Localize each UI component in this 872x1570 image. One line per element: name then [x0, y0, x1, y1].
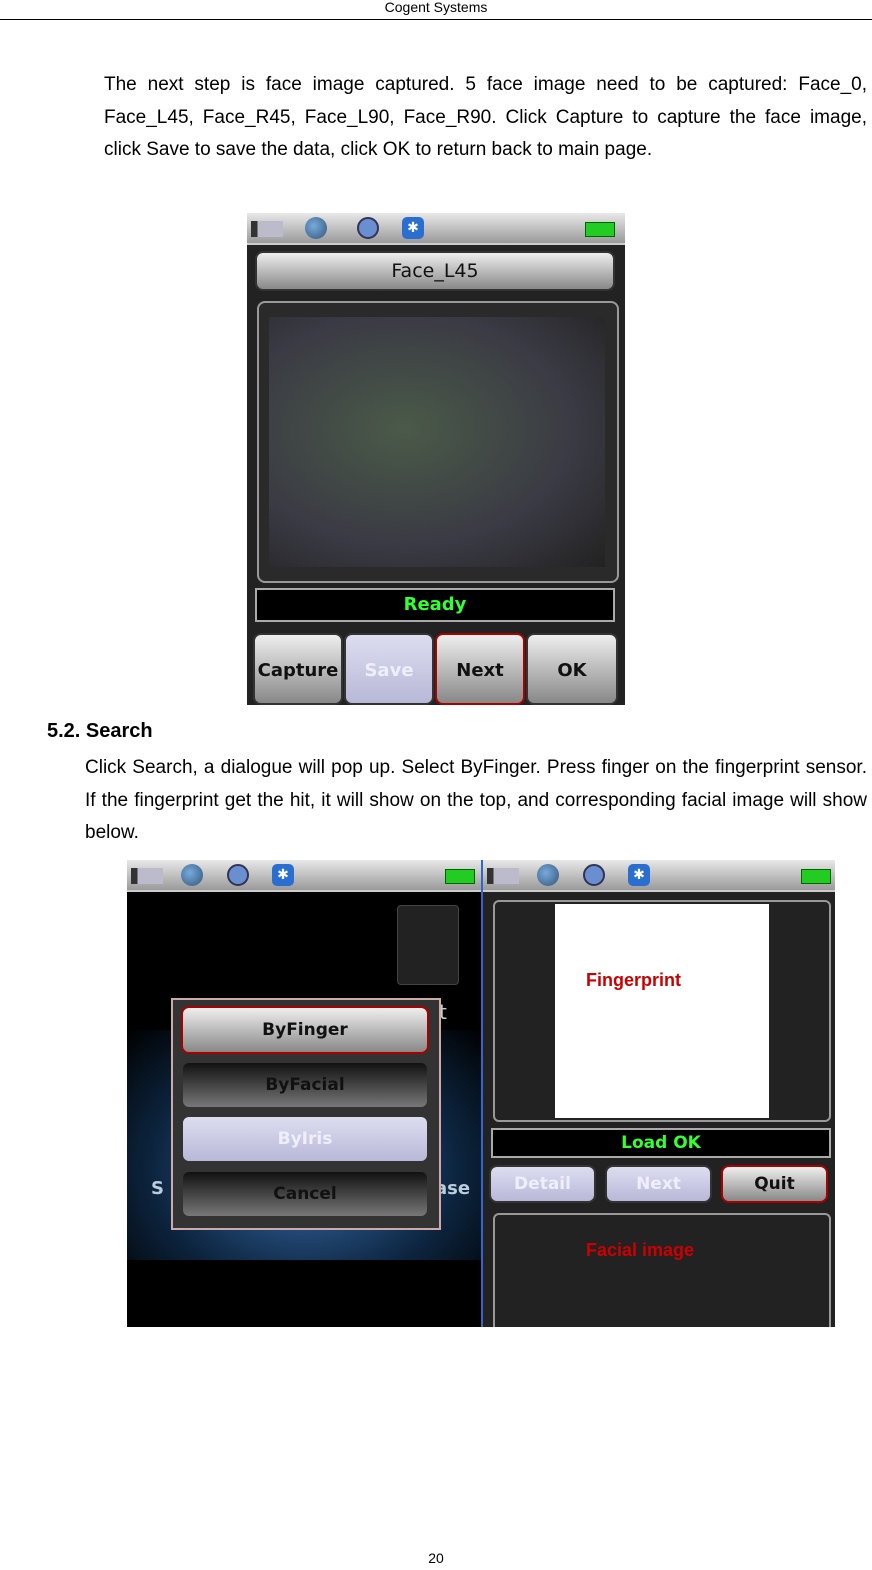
next-button[interactable]: Next — [435, 633, 525, 705]
exit-door-icon — [397, 905, 459, 985]
facial-image-frame — [493, 1213, 831, 1327]
bluetooth-icon: ✱ — [628, 864, 650, 886]
byfinger-button[interactable]: ByFinger — [181, 1006, 429, 1054]
paragraph-face-capture: The next step is face image captured. 5 … — [104, 74, 867, 160]
globe-icon — [181, 864, 203, 886]
title-bar: Face_L45 — [255, 251, 615, 291]
document-page: Cogent Systems The next step is face ima… — [0, 0, 872, 1570]
signal-icon — [251, 221, 283, 237]
face-capture-screenshot: ✱ Face_L45 Ready Capture Save Next OK — [247, 213, 625, 705]
search-dialog-screenshot: ✱ t S ase ByFinger ByFacial ByIris Cance… — [127, 860, 482, 1327]
antenna-icon — [583, 864, 605, 886]
search-dialog: ByFinger ByFacial ByIris Cancel — [171, 998, 441, 1230]
fingerprint-frame — [493, 900, 831, 1122]
byiris-button[interactable]: ByIris — [181, 1115, 429, 1163]
page-header: Cogent Systems — [384, 0, 488, 15]
globe-icon — [305, 217, 327, 239]
antenna-icon — [227, 864, 249, 886]
byfacial-button[interactable]: ByFacial — [181, 1061, 429, 1109]
status-bar: ✱ — [483, 860, 835, 892]
cancel-button[interactable]: Cancel — [181, 1170, 429, 1218]
camera-preview — [269, 317, 605, 567]
antenna-icon — [357, 217, 379, 239]
header-rule — [0, 19, 872, 20]
camera-frame — [257, 301, 619, 583]
facial-image-annotation: Facial image — [586, 1240, 695, 1260]
status-bar: ✱ — [127, 860, 482, 892]
globe-icon — [537, 864, 559, 886]
paragraph-search: Click Search, a dialogue will pop up. Se… — [85, 757, 867, 843]
battery-icon — [801, 869, 831, 884]
fingerprint-annotation: Fingerprint — [586, 970, 681, 990]
bg-label-fragment: S — [151, 1178, 164, 1199]
battery-icon — [445, 869, 475, 884]
status-display: Ready — [255, 588, 615, 622]
save-button[interactable]: Save — [344, 633, 434, 705]
page-number: 20 — [428, 1550, 444, 1566]
bluetooth-icon: ✱ — [402, 217, 424, 239]
signal-icon — [487, 868, 519, 884]
status-bar: ✱ — [247, 213, 625, 245]
fingerprint-image — [555, 904, 769, 1118]
bluetooth-icon: ✱ — [272, 864, 294, 886]
status-display: Load OK — [491, 1128, 831, 1158]
ok-button[interactable]: OK — [526, 633, 618, 705]
detail-button[interactable]: Detail — [489, 1165, 596, 1203]
signal-icon — [131, 868, 163, 884]
capture-button[interactable]: Capture — [253, 633, 343, 705]
section-heading: 5.2. Search — [47, 720, 153, 742]
next-button[interactable]: Next — [605, 1165, 712, 1203]
search-result-screenshot: ✱ Fingerprint Load OK Detail Next Quit F… — [483, 860, 835, 1327]
battery-icon — [585, 222, 615, 237]
quit-button[interactable]: Quit — [721, 1165, 828, 1203]
